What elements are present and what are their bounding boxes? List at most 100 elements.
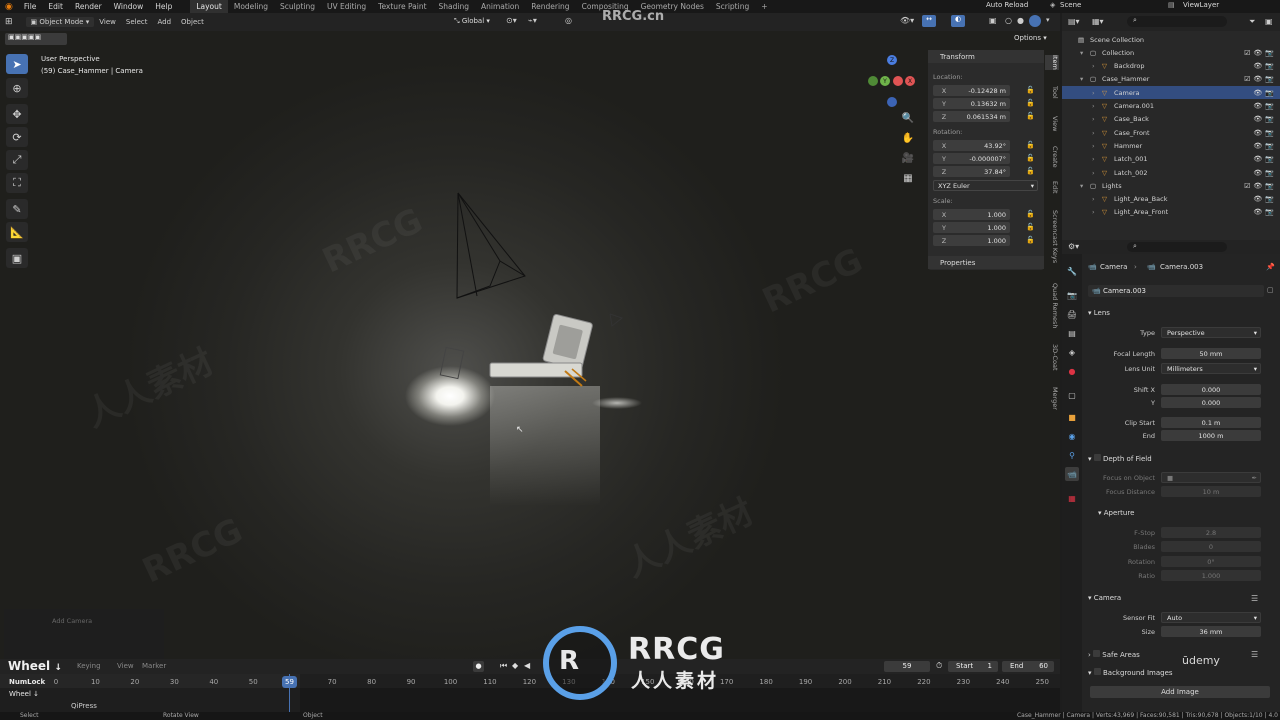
outliner-row[interactable]: › ▽ Case_Back 👁📷 (1062, 113, 1280, 126)
record-button[interactable]: ● (473, 661, 484, 672)
sidebar-tab-quad-remesh[interactable]: Quad Remesh (1045, 283, 1059, 328)
transform-tool-button[interactable]: ⛶ (6, 173, 28, 193)
properties-section-header[interactable]: Properties (928, 256, 1044, 269)
timeline-menu-keying[interactable]: Keying (77, 662, 101, 670)
rotation-x-field[interactable]: X 43.92° (933, 140, 1010, 151)
sensor-fit-dropdown[interactable]: Auto ▾ (1161, 612, 1261, 623)
gizmo-neg-x[interactable] (868, 76, 878, 86)
auto-reload-label[interactable]: Auto Reload (986, 1, 1028, 9)
expand-chevron-icon[interactable]: ▾ (1080, 75, 1083, 83)
clip-end-field[interactable]: 1000 m (1161, 430, 1261, 441)
safe-areas-section-header[interactable]: › Safe Areas (1088, 650, 1140, 659)
collapsed-chevron-icon[interactable]: › (1092, 155, 1095, 163)
viewport-menu-select[interactable]: Select (121, 18, 153, 26)
sidebar-tab-merger[interactable]: Merger (1045, 387, 1059, 410)
location-y-field[interactable]: Y 0.13632 m (933, 98, 1010, 109)
pivot-icon[interactable]: ⊙▾ (506, 16, 517, 25)
outliner-type-icon[interactable]: ▤▾ (1068, 17, 1080, 26)
sidebar-tab-edit[interactable]: Edit (1045, 181, 1059, 194)
properties-type-icon[interactable]: ⚙▾ (1068, 242, 1079, 251)
snap-icon[interactable]: ⌁▾ (528, 16, 537, 25)
camera-datablock-field[interactable]: 📹 Camera.003 (1088, 285, 1264, 297)
expand-chevron-icon[interactable]: ▾ (1080, 182, 1083, 190)
mode-selector[interactable]: ▣ Object Mode ▾ (25, 17, 95, 27)
timeline[interactable]: 59 Keying View Marker ● ⏮ ◆ ◀ 59 ⏱ Start… (0, 659, 1060, 720)
lock-icon[interactable]: 🔓 (1026, 86, 1035, 94)
header-select-modes[interactable]: ▣▣▣▣▣ (5, 33, 67, 45)
collapsed-chevron-icon[interactable]: › (1092, 102, 1095, 110)
camera-view-icon[interactable]: 🎥 (900, 150, 916, 166)
sidebar-tab-item[interactable]: Item (1045, 55, 1059, 70)
scale-y-field[interactable]: Y 1.000 (933, 222, 1010, 233)
outliner-row[interactable]: › ▽ Latch_001 👁📷 (1062, 153, 1280, 166)
collapsed-chevron-icon[interactable]: › (1092, 129, 1095, 137)
timeline-menu-marker[interactable]: Marker (142, 662, 166, 670)
gizmo-z-axis[interactable]: Z (887, 55, 897, 65)
visibility-toggles-icon[interactable]: 👁📷 (1253, 155, 1277, 163)
collapsed-chevron-icon[interactable]: › (1092, 169, 1095, 177)
scale-tool-button[interactable]: ⤢ (6, 150, 28, 170)
visibility-toggles-icon[interactable]: 👁📷 (1253, 129, 1277, 137)
location-z-field[interactable]: Z 0.061534 m (933, 111, 1010, 122)
outliner-row[interactable]: › ▽ Latch_002 👁📷 (1062, 166, 1280, 179)
editor-type-icon[interactable]: ⊞ (0, 17, 18, 27)
outliner-row[interactable]: › ▽ Case_Front 👁📷 (1062, 126, 1280, 139)
current-frame-field[interactable]: 59 (884, 661, 930, 672)
viewport-menu-object[interactable]: Object (176, 18, 209, 26)
outliner-row[interactable]: ▾ ▢ Lights ☑👁📷 (1062, 179, 1280, 192)
render-tab-icon[interactable]: 📷 (1065, 288, 1079, 302)
safe-areas-presets-icon[interactable]: ☰ (1251, 650, 1258, 659)
dof-section-header[interactable]: ▾ Depth of Field (1088, 454, 1152, 463)
menu-edit[interactable]: Edit (42, 2, 69, 11)
playhead-frame-indicator[interactable]: 59 (282, 676, 297, 688)
gizmo-toggle-icon[interactable]: ↔ (922, 15, 936, 27)
workspace-tab-shading[interactable]: Shading (433, 0, 475, 13)
rotate-tool-button[interactable]: ⟳ (6, 127, 28, 147)
gizmo-neg-z[interactable] (887, 97, 897, 107)
fake-user-icon[interactable]: ▢ (1267, 286, 1274, 294)
end-frame-field[interactable]: End 60 (1002, 661, 1054, 672)
camera-section-header[interactable]: ▾ Camera (1088, 594, 1121, 602)
add-cube-tool-button[interactable]: ▣ (6, 248, 28, 268)
properties-search-input[interactable]: ⌕ (1127, 242, 1227, 252)
ratio-field[interactable]: 1.000 (1161, 570, 1261, 581)
outliner-search-input[interactable]: ⌕ (1127, 16, 1227, 27)
viewport-menu-add[interactable]: Add (152, 18, 176, 26)
prev-keyframe-button[interactable]: ◆ (512, 661, 518, 670)
workspace-tab-modeling[interactable]: Modeling (228, 0, 274, 13)
lock-icon[interactable]: 🔓 (1026, 154, 1035, 162)
add-workspace-button[interactable]: + (755, 0, 773, 13)
new-collection-icon[interactable]: ▣ (1265, 17, 1273, 26)
visibility-toggles-icon[interactable]: 👁📷 (1253, 62, 1277, 70)
shading-options-icon[interactable]: ▾ (1046, 16, 1050, 24)
presets-list-icon[interactable]: ☰ (1251, 594, 1258, 603)
lock-icon[interactable]: 🔓 (1026, 210, 1035, 218)
shading-material-icon[interactable]: ● (1017, 16, 1024, 25)
visibility-toggles-icon[interactable]: ☑👁📷 (1244, 49, 1277, 57)
visibility-icon[interactable]: 👁▾ (900, 16, 914, 25)
shading-rendered-icon[interactable] (1029, 15, 1041, 27)
shift-x-field[interactable]: 0.000 (1161, 384, 1261, 395)
menu-file[interactable]: File (18, 2, 43, 11)
sidebar-tab-tool[interactable]: Tool (1045, 86, 1059, 99)
outliner-row[interactable]: › ▽ Backdrop 👁📷 (1062, 60, 1280, 73)
focal-length-field[interactable]: 50 mm (1161, 348, 1261, 359)
filter-icon[interactable]: ⏷ (1249, 17, 1255, 27)
rotation-mode-dropdown[interactable]: XYZ Euler ▾ (933, 180, 1038, 191)
jump-start-button[interactable]: ⏮ (500, 661, 507, 671)
visibility-toggles-icon[interactable]: 👁📷 (1253, 115, 1277, 123)
collapsed-chevron-icon[interactable]: › (1092, 89, 1095, 97)
lens-section-header[interactable]: ▾ Lens (1088, 309, 1110, 317)
viewport-menu-view[interactable]: View (94, 18, 121, 26)
outliner-row[interactable]: ▾ ▢ Collection ☑👁📷 (1062, 46, 1280, 59)
outliner-row[interactable]: › ▽ Camera 👁📷 (1062, 86, 1280, 100)
last-operator-panel[interactable]: Add Camera (4, 609, 164, 659)
visibility-toggles-icon[interactable]: ☑👁📷 (1244, 75, 1277, 83)
lock-icon[interactable]: 🔓 (1026, 112, 1035, 120)
menu-help[interactable]: Help (149, 2, 178, 11)
outliner-row[interactable]: › ▽ Camera.001 👁📷 (1062, 100, 1280, 113)
xray-icon[interactable]: ▣ (989, 16, 997, 25)
outliner-row[interactable]: ▤ Scene Collection (1062, 33, 1280, 46)
overlay-toggle-icon[interactable]: ◐ (951, 15, 965, 27)
scene-selector[interactable]: Scene (1060, 1, 1081, 9)
